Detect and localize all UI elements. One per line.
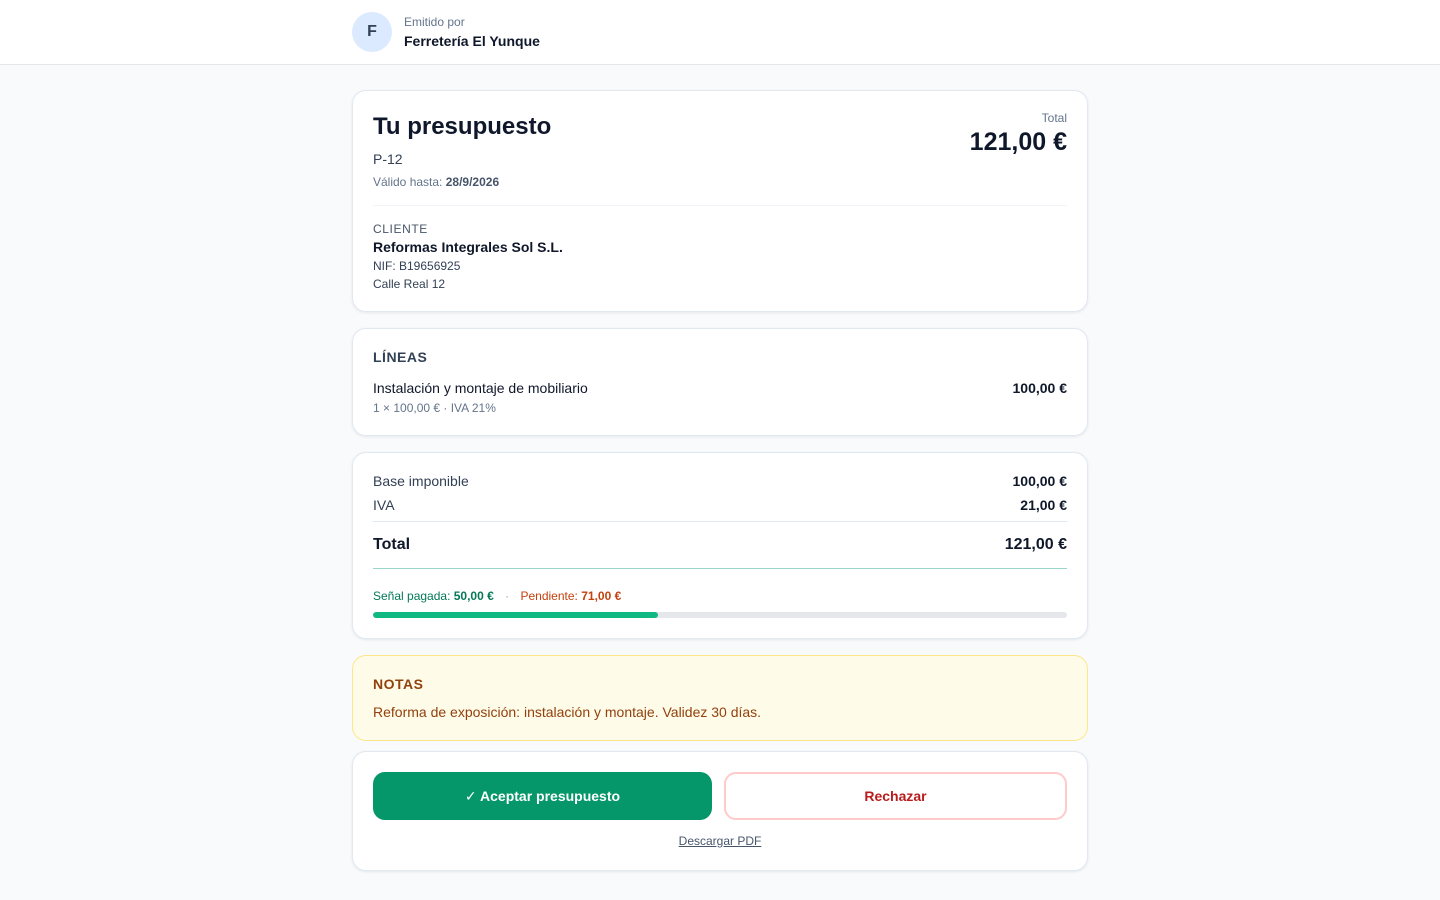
notes-title: NOTAS	[373, 676, 424, 692]
client-address: Calle Real 12	[373, 277, 446, 291]
valid-until-label: Válido hasta:	[373, 175, 443, 189]
total-value: 121,00 €	[1004, 536, 1067, 553]
top-bar: F Emitido por Ferretería El Yunque	[0, 0, 1440, 65]
quote-number: P-12	[373, 151, 403, 167]
download-pdf-link[interactable]: Descargar PDF	[679, 834, 762, 848]
list-item: Instalación y montaje de mobiliario 1 × …	[373, 380, 1067, 415]
valid-until-date: 28/9/2026	[445, 175, 500, 189]
total-label: Total	[373, 536, 411, 553]
divider	[373, 568, 1067, 569]
totals-card: Base imponible 100,00 € IVA 21,00 € Tota…	[352, 452, 1088, 639]
page-title: Tu presupuesto	[373, 113, 552, 140]
reject-quote-button[interactable]: Rechazar	[724, 772, 1067, 820]
client-info: CLIENTE Reformas Integrales Sol S.L. NIF…	[373, 222, 1067, 291]
quote-summary-card: Tu presupuesto P-12 Válido hasta: 28/9/2…	[352, 90, 1088, 312]
line-amount: 100,00 €	[1012, 380, 1068, 396]
issuer-info: Emitido por Ferretería El Yunque	[404, 15, 540, 49]
base-row: Base imponible 100,00 €	[373, 473, 1067, 489]
client-name: Reformas Integrales Sol S.L.	[373, 239, 563, 255]
header-total-value: 121,00 €	[969, 128, 1067, 156]
iva-label: IVA	[373, 497, 395, 513]
issuer-header: F Emitido por Ferretería El Yunque	[352, 0, 1088, 64]
avatar: F	[352, 12, 392, 52]
payment-progress-fill	[373, 612, 658, 618]
issuer-label: Emitido por	[404, 15, 465, 29]
line-meta: 1 × 100,00 € · IVA 21%	[373, 401, 496, 415]
main-content: Tu presupuesto P-12 Válido hasta: 28/9/2…	[352, 90, 1088, 871]
base-label: Base imponible	[373, 473, 469, 489]
pending-value: 71,00 €	[581, 589, 622, 603]
notes-text: Reforma de exposición: instalación y mon…	[373, 704, 762, 720]
valid-until: Válido hasta: 28/9/2026	[373, 175, 551, 189]
lines-card: LÍNEAS Instalación y montaje de mobiliar…	[352, 328, 1088, 436]
deposit-status: Señal pagada: 50,00 € · Pendiente: 71,00…	[373, 589, 1067, 603]
header-total-label: Total	[1041, 111, 1067, 125]
line-description: Instalación y montaje de mobiliario	[373, 380, 588, 396]
lines-title: LÍNEAS	[373, 349, 428, 365]
pending-label: Pendiente:	[520, 589, 578, 603]
divider	[373, 205, 1067, 206]
separator-dot: ·	[505, 589, 510, 603]
payment-progress-bar	[373, 612, 1067, 618]
paid-value: 50,00 €	[453, 589, 494, 603]
client-caption: CLIENTE	[373, 222, 428, 236]
accept-quote-button[interactable]: ✓ Aceptar presupuesto	[373, 772, 712, 820]
actions-card: ✓ Aceptar presupuesto Rechazar Descargar…	[352, 751, 1088, 871]
paid-label: Señal pagada:	[373, 589, 451, 603]
divider	[373, 521, 1067, 522]
client-nif: NIF: B19656925	[373, 259, 461, 273]
base-value: 100,00 €	[1012, 473, 1068, 489]
notes-panel: NOTAS Reforma de exposición: instalación…	[352, 655, 1088, 741]
iva-row: IVA 21,00 €	[373, 497, 1067, 513]
iva-value: 21,00 €	[1020, 497, 1067, 513]
issuer-name: Ferretería El Yunque	[404, 33, 540, 49]
total-row: Total 121,00 €	[373, 536, 1067, 554]
